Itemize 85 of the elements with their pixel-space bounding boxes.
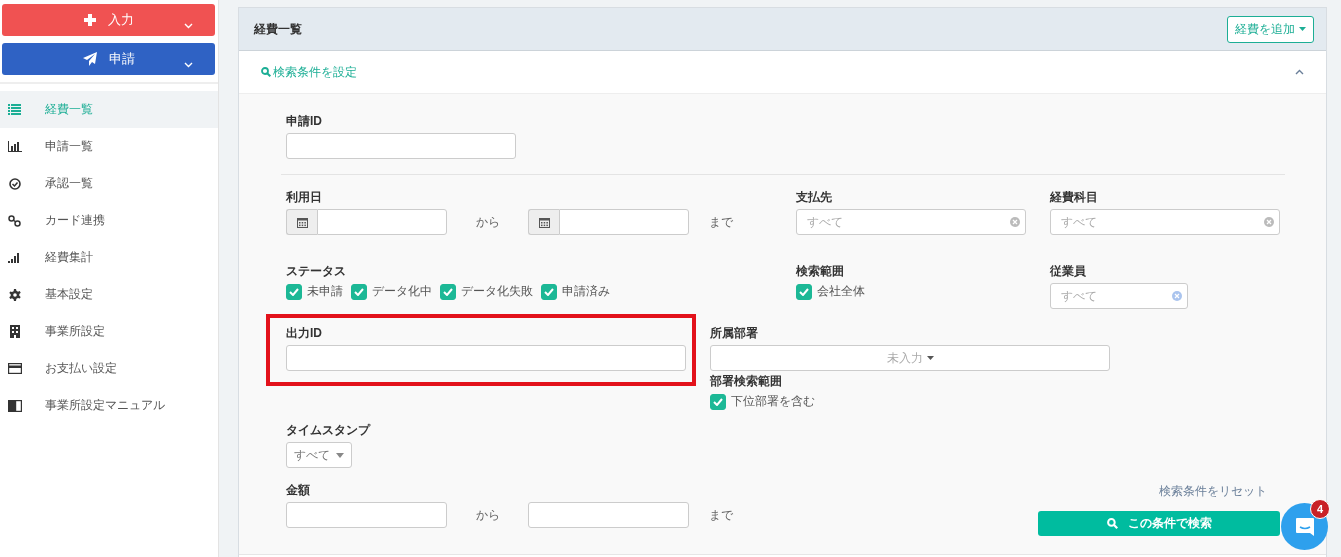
range-separator: から (474, 213, 501, 231)
list-icon (8, 104, 21, 115)
sidebar-item[interactable]: 基本設定 (0, 276, 218, 313)
select-field[interactable]: すべて (1050, 209, 1280, 235)
checkbox-label: 下位部署を含む (731, 393, 815, 410)
signal-icon (8, 252, 21, 263)
chat-icon (1293, 515, 1316, 538)
checkbox[interactable] (710, 393, 726, 410)
select-field[interactable]: すべて (796, 209, 1026, 235)
checkbox[interactable] (440, 283, 456, 300)
text-field[interactable] (286, 133, 516, 159)
range-separator: から (474, 506, 501, 524)
text-field[interactable] (286, 345, 686, 371)
building-icon (9, 325, 20, 338)
paper-plane-icon (82, 52, 97, 66)
book-icon (7, 399, 22, 412)
sidebar-item[interactable]: 事業所設定マニュアル (0, 387, 218, 424)
gear-icon (8, 288, 21, 301)
checkbox-label: データ化中 (372, 283, 432, 300)
sidebar-item[interactable]: お支払い設定 (0, 350, 218, 387)
range-separator: まで (708, 213, 734, 231)
check-icon (354, 287, 364, 296)
field-label: 経費科目 (1050, 190, 1099, 204)
caret-icon (1299, 27, 1306, 31)
check-circle-icon (8, 177, 21, 190)
menu-button[interactable]: 申請 (2, 43, 215, 75)
menu-button[interactable]: 入力 (2, 4, 215, 36)
reset-link[interactable]: 検索条件をリセット (1159, 483, 1267, 500)
date-field[interactable] (317, 209, 447, 235)
panel-title: 経費一覧 (254, 20, 302, 38)
field-label: 支払先 (796, 190, 833, 204)
checkbox-label: データ化失敗 (461, 283, 533, 300)
field-label: タイムスタンプ (286, 423, 372, 437)
checkbox[interactable] (351, 283, 367, 300)
caret-icon (926, 356, 934, 360)
checkbox-label: 未申請 (307, 283, 343, 300)
clear-icon[interactable] (1010, 217, 1020, 227)
calendar-addon[interactable] (286, 209, 317, 235)
clear-icon[interactable] (1172, 291, 1182, 301)
sidebar-item[interactable]: 事業所設定 (0, 313, 218, 350)
sidebar-item[interactable]: 経費集計 (0, 239, 218, 276)
field-label: 利用日 (286, 190, 323, 204)
checkbox[interactable] (286, 283, 302, 300)
text-field[interactable] (286, 502, 447, 528)
field-label: ステータス (286, 264, 347, 278)
chevron-down-icon[interactable] (184, 23, 193, 29)
check-icon (443, 287, 453, 296)
check-icon (544, 287, 554, 296)
field-label: 出力ID (286, 326, 323, 340)
text-field[interactable] (528, 502, 689, 528)
checkbox-label: 会社全体 (817, 283, 865, 300)
date-field[interactable] (559, 209, 689, 235)
timestamp-dropdown[interactable]: すべて (286, 442, 352, 468)
search-icon (1106, 518, 1118, 529)
field-label: 従業員 (1050, 264, 1087, 278)
sidebar-item[interactable]: 申請一覧 (0, 128, 218, 165)
bar-chart-icon (7, 141, 22, 152)
field-label: 金額 (286, 483, 311, 497)
check-icon (289, 287, 299, 296)
add-expense-button[interactable]: 経費を追加 (1227, 15, 1314, 43)
field-label: 検索範囲 (796, 264, 845, 278)
check-icon (713, 397, 723, 406)
chevron-up-icon[interactable] (1295, 69, 1304, 75)
search-icon (261, 67, 271, 77)
calendar-icon (538, 216, 550, 228)
caret-icon (336, 452, 344, 458)
sidebar-item[interactable]: 承認一覧 (0, 165, 218, 202)
chevron-down-icon[interactable] (184, 62, 193, 68)
sidebar-item[interactable]: カード連携 (0, 202, 218, 239)
field-label: 申請ID (286, 114, 323, 128)
select-field[interactable]: すべて (1050, 283, 1188, 309)
calendar-addon[interactable] (528, 209, 559, 235)
field-label: 部署検索範囲 (710, 374, 783, 388)
check-icon (799, 287, 809, 296)
field-label: 所属部署 (710, 326, 759, 340)
checkbox-label: 申請済み (562, 283, 610, 300)
clear-icon[interactable] (1264, 217, 1274, 227)
plus-icon (83, 14, 96, 26)
search-toggle-link[interactable]: 検索条件を設定 (261, 63, 357, 81)
link-icon (8, 214, 21, 227)
calendar-icon (296, 216, 308, 228)
checkbox[interactable] (796, 283, 812, 300)
checkbox[interactable] (541, 283, 557, 300)
credit-card-icon (7, 363, 22, 374)
range-separator: まで (708, 506, 734, 524)
